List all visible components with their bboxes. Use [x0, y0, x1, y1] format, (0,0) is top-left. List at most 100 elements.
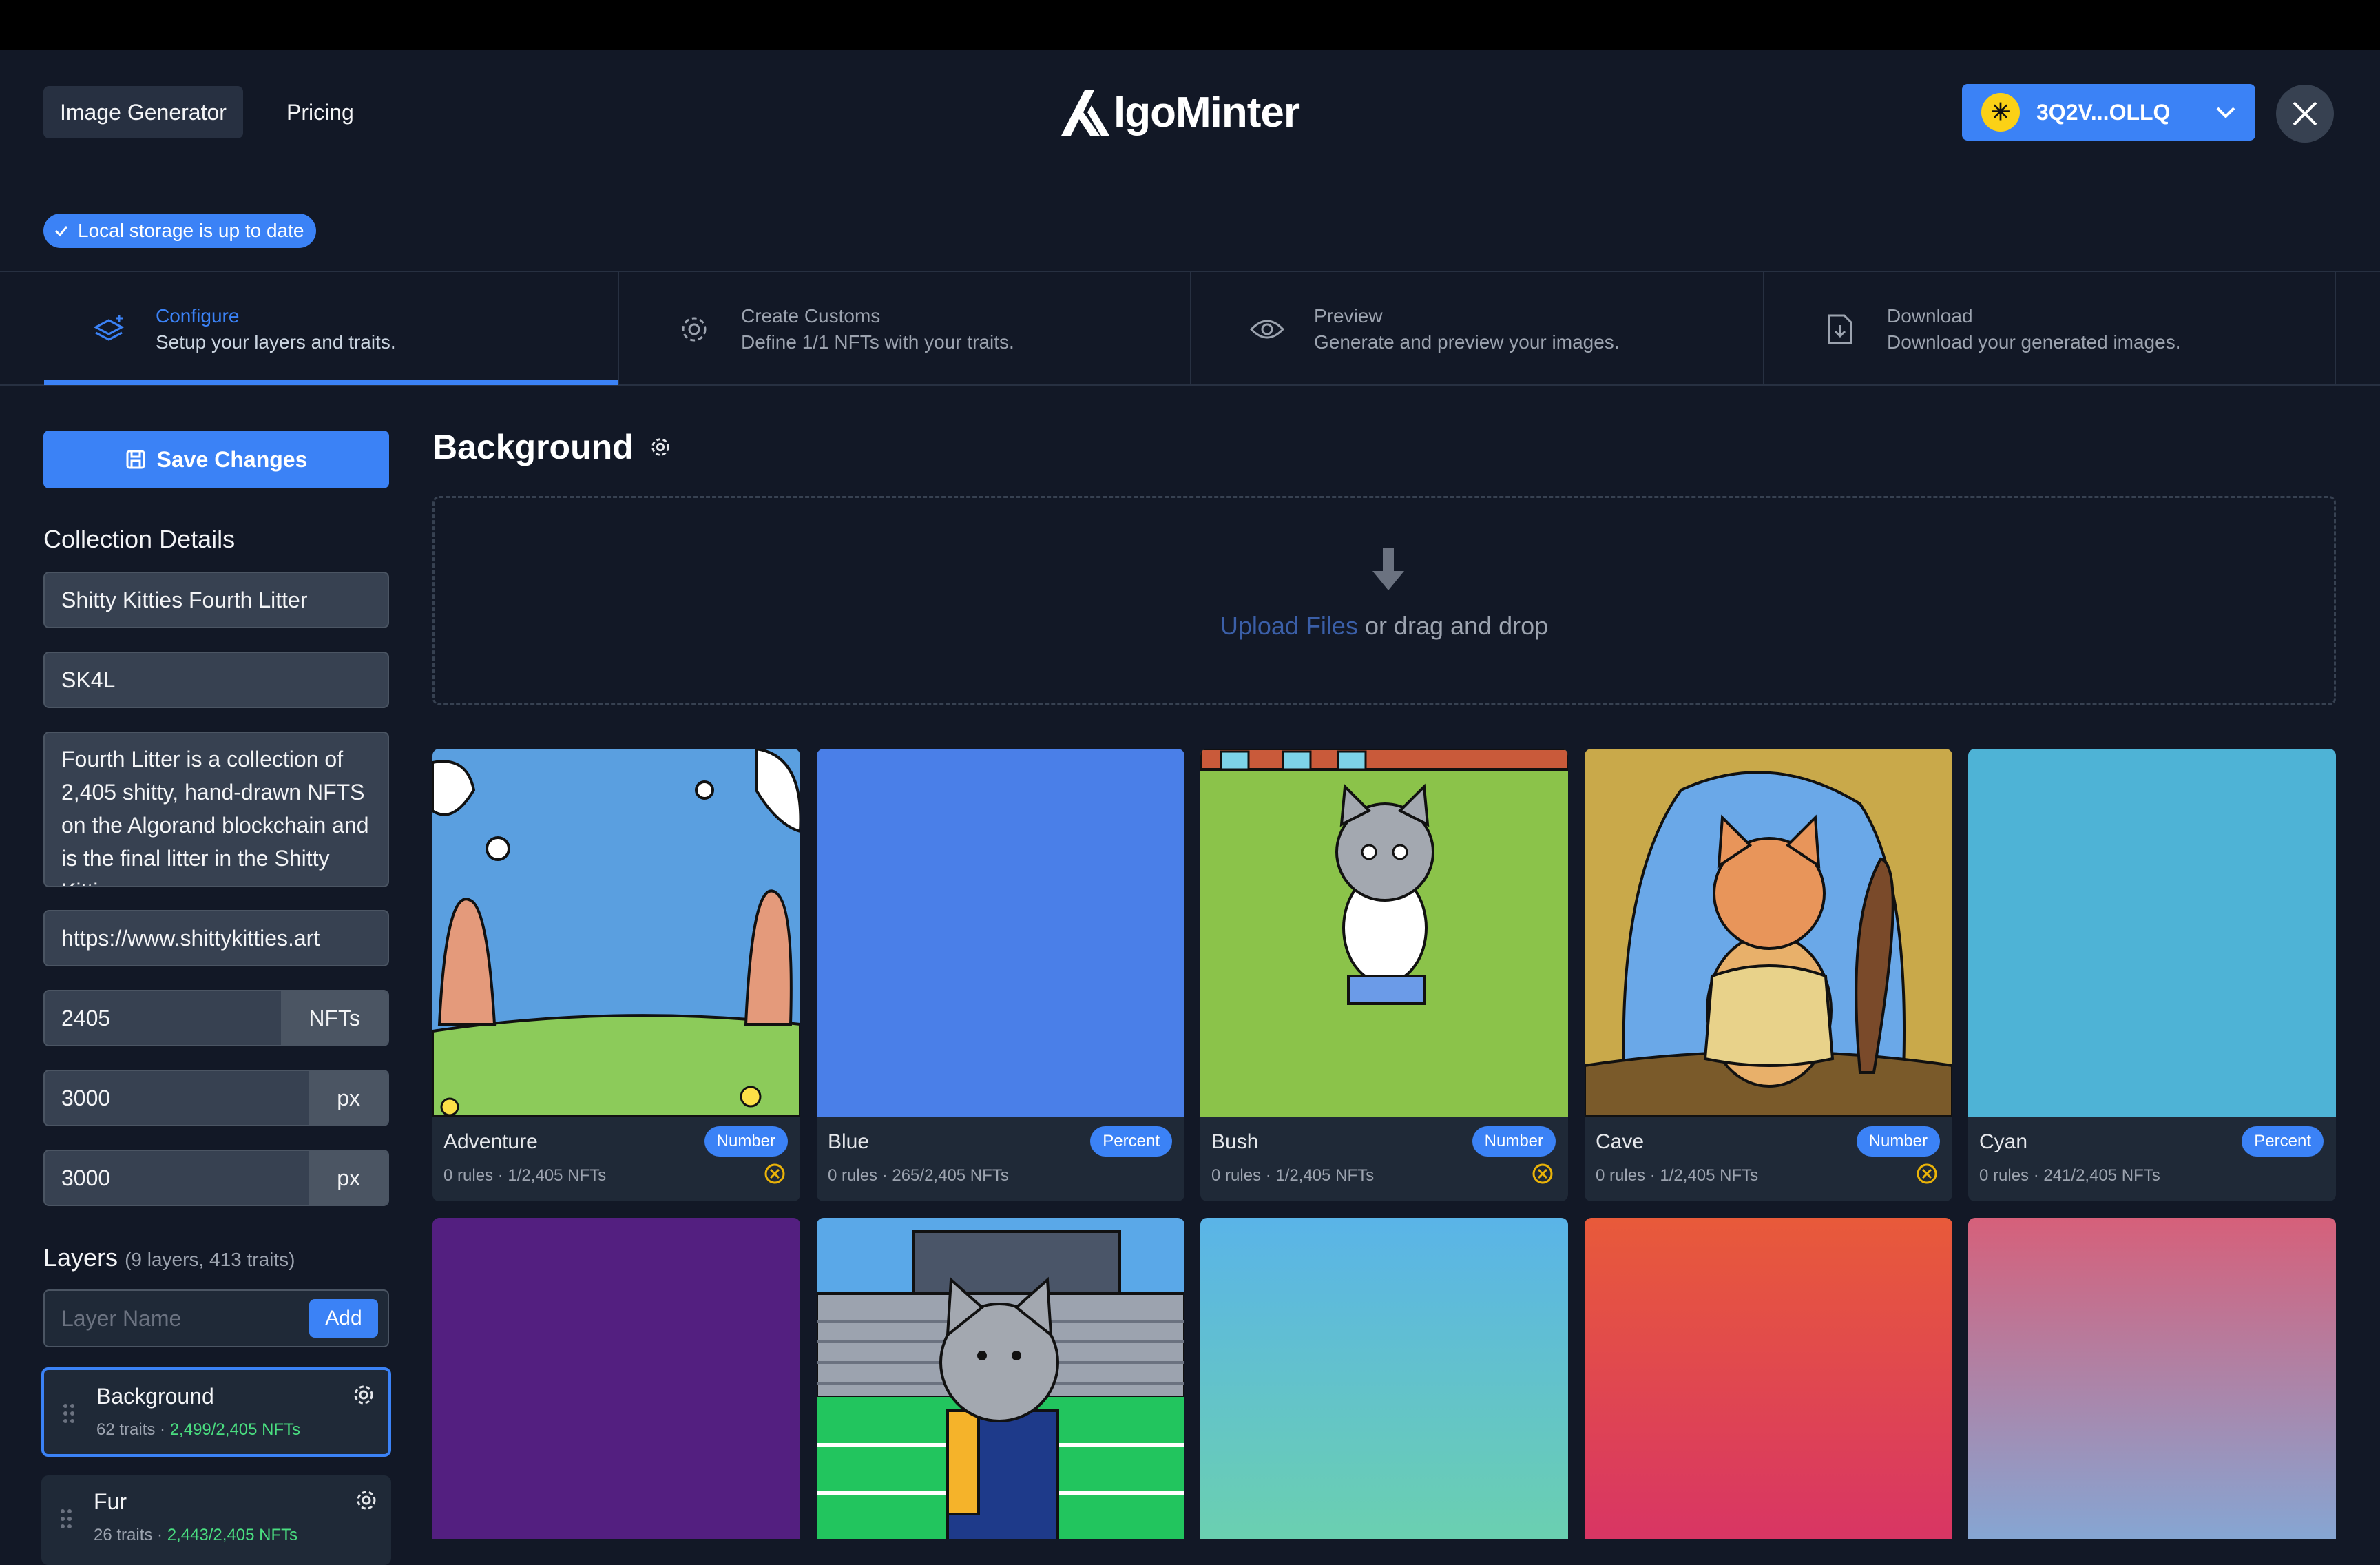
nav-pricing[interactable]: Pricing — [270, 86, 370, 138]
layer-item-background[interactable]: Background 62 traits · 2,499/2,405 NFTs — [41, 1367, 391, 1457]
dropzone-text: Upload Files or drag and drop — [435, 612, 2334, 641]
save-changes-button[interactable]: Save Changes — [43, 431, 389, 488]
step-desc: Define 1/1 NFTs with your traits. — [741, 331, 1014, 353]
trait-name: Blue — [828, 1130, 870, 1153]
px-suffix: px — [309, 1071, 388, 1125]
layers-heading-text: Layers — [43, 1243, 118, 1272]
image-width-value: 3000 — [61, 1086, 111, 1110]
logo-mark-icon — [1061, 90, 1109, 136]
step-divider — [1190, 272, 1191, 386]
layer-traits: 62 traits · — [96, 1420, 170, 1439]
drag-handle-icon[interactable] — [58, 1507, 74, 1531]
trait-name: Adventure — [443, 1130, 538, 1153]
trait-card-cyan[interactable]: Cyan Percent 0 rules · 241/2,405 NFTs — [1968, 749, 2336, 1201]
step-download[interactable]: Download Download your generated images. — [1821, 272, 2180, 386]
layer-traits: 26 traits · — [94, 1526, 167, 1544]
add-layer-button[interactable]: Add — [309, 1299, 378, 1338]
unit-name-field[interactable]: SK4L — [43, 652, 389, 708]
layer-name-placeholder: Layer Name — [61, 1306, 182, 1331]
trait-card-blue[interactable]: Blue Percent 0 rules · 265/2,405 NFTs — [817, 749, 1184, 1201]
collection-name-field[interactable]: Shitty Kitties Fourth Litter — [43, 572, 389, 628]
trait-image[interactable] — [1968, 749, 2336, 1117]
layer-name: Background — [96, 1384, 214, 1409]
x-logo-icon — [2293, 101, 2317, 126]
trait-badge[interactable]: Number — [1472, 1126, 1556, 1157]
trait-image[interactable] — [1585, 749, 1952, 1117]
description-textarea[interactable]: Fourth Litter is a collection of 2,405 s… — [43, 732, 389, 887]
step-divider — [2335, 272, 2336, 386]
nft-count-value: 2405 — [61, 1006, 111, 1030]
layer-title: Background — [432, 427, 672, 467]
remove-circle-icon[interactable] — [1915, 1162, 1939, 1185]
step-preview[interactable]: Preview Generate and preview your images… — [1248, 272, 1620, 386]
image-height-value: 3000 — [61, 1165, 111, 1190]
trait-image[interactable] — [432, 1218, 800, 1539]
trait-card[interactable] — [1200, 1218, 1568, 1539]
step-title: Create Customs — [741, 304, 881, 327]
trait-badge[interactable]: Number — [1856, 1126, 1940, 1157]
upload-dropzone[interactable]: Upload Files or drag and drop — [432, 496, 2336, 705]
trait-name: Cyan — [1979, 1130, 2028, 1153]
layer-title-gear-icon[interactable] — [649, 435, 672, 459]
trait-badge[interactable]: Number — [704, 1126, 788, 1157]
website-url-field[interactable]: https://www.shittykitties.art — [43, 910, 389, 966]
trait-card-bush[interactable]: Bush Number 0 rules · 1/2,405 NFTs — [1200, 749, 1568, 1201]
trait-image[interactable] — [817, 1218, 1184, 1539]
trait-card-cave[interactable]: Cave Number 0 rules · 1/2,405 NFTs — [1585, 749, 1952, 1201]
layer-item-fur[interactable]: Fur 26 traits · 2,443/2,405 NFTs — [41, 1475, 391, 1565]
trait-card[interactable] — [1968, 1218, 2336, 1539]
trait-badge[interactable]: Percent — [2242, 1126, 2324, 1157]
image-height-field[interactable]: 3000 px — [43, 1150, 389, 1206]
wallet-button[interactable]: ✳ 3Q2V...OLLQ — [1962, 84, 2255, 141]
trait-card[interactable] — [817, 1218, 1184, 1539]
layer-meta: 62 traits · 2,499/2,405 NFTs — [96, 1420, 372, 1440]
logo-text: lgoMinter — [1114, 88, 1300, 136]
layers-summary: (9 layers, 413 traits) — [125, 1249, 295, 1270]
save-icon — [126, 450, 145, 469]
image-width-field[interactable]: 3000 px — [43, 1070, 389, 1126]
storage-status-badge: Local storage is up to date — [43, 214, 317, 248]
layer-settings-gear-icon[interactable] — [351, 1382, 376, 1407]
trait-card[interactable] — [432, 1218, 800, 1539]
check-icon — [54, 226, 68, 237]
trait-image[interactable] — [1585, 1218, 1952, 1539]
layer-settings-gear-icon[interactable] — [354, 1488, 379, 1513]
trait-image[interactable] — [432, 749, 800, 1117]
trait-name: Bush — [1211, 1130, 1259, 1153]
logo[interactable]: lgoMinter — [1057, 78, 1300, 147]
trait-card-adventure[interactable]: Adventure Number 0 rules · 1/2,405 NFTs — [432, 749, 800, 1201]
nft-count-field[interactable]: 2405 NFTs — [43, 990, 389, 1046]
step-create-customs[interactable]: Create Customs Define 1/1 NFTs with your… — [675, 272, 1014, 386]
step-configure[interactable]: Configure Setup your layers and traits. — [90, 272, 396, 386]
remove-circle-icon[interactable] — [763, 1162, 786, 1185]
chevron-down-icon — [2216, 107, 2235, 118]
trait-meta: 0 rules · 1/2,405 NFTs — [1211, 1166, 1375, 1185]
trait-image[interactable] — [1968, 1218, 2336, 1539]
trait-card[interactable] — [1585, 1218, 1952, 1539]
active-step-indicator — [44, 380, 618, 385]
trait-meta: 0 rules · 1/2,405 NFTs — [1596, 1166, 1759, 1185]
trait-name: Cave — [1596, 1130, 1645, 1153]
px-suffix: px — [309, 1151, 388, 1205]
download-icon — [1821, 310, 1859, 349]
dropzone-hint: or drag and drop — [1357, 612, 1549, 640]
trait-badge[interactable]: Percent — [1090, 1126, 1172, 1157]
upload-files-link[interactable]: Upload Files — [1220, 612, 1358, 640]
step-desc: Setup your layers and traits. — [156, 331, 396, 353]
system-top-bar — [0, 0, 2380, 50]
layer-name-input[interactable]: Layer Name Add — [43, 1289, 389, 1347]
step-desc: Download your generated images. — [1887, 331, 2181, 353]
trait-image[interactable] — [1200, 1218, 1568, 1539]
trait-meta: 0 rules · 265/2,405 NFTs — [828, 1166, 1009, 1185]
nav-image-generator[interactable]: Image Generator — [43, 86, 243, 138]
drag-handle-icon[interactable] — [61, 1402, 77, 1425]
remove-circle-icon[interactable] — [1531, 1162, 1554, 1185]
x-social-button[interactable] — [2276, 85, 2334, 143]
trait-image[interactable] — [817, 749, 1184, 1117]
wallet-address: 3Q2V...OLLQ — [2036, 99, 2171, 125]
steps-bar: Configure Setup your layers and traits. … — [0, 271, 2380, 386]
layer-meta: 26 traits · 2,443/2,405 NFTs — [94, 1526, 375, 1545]
download-arrow-icon — [1372, 548, 1404, 590]
trait-image[interactable] — [1200, 749, 1568, 1117]
step-divider — [618, 272, 619, 386]
